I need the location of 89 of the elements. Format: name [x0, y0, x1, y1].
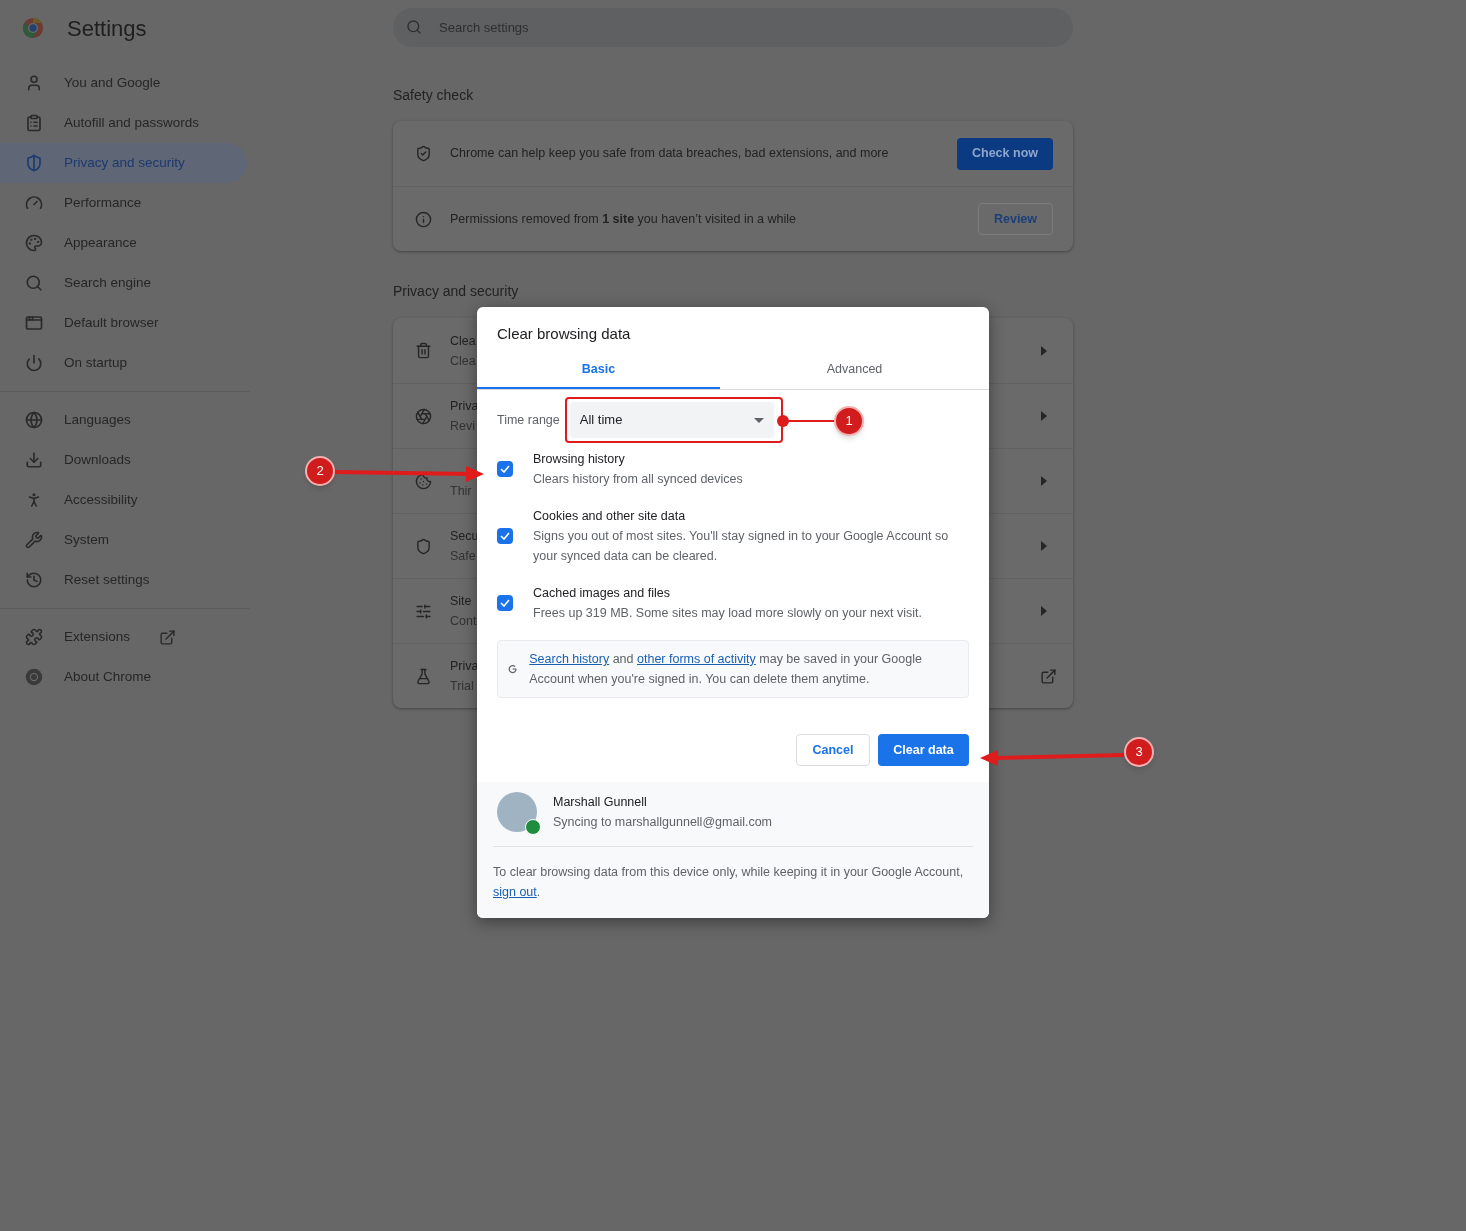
checkbox[interactable]: [497, 528, 513, 544]
row-title: Clea: [450, 332, 476, 350]
option-description: Frees up 319 MB. Some sites may load more slowly on your next visit.: [533, 605, 923, 622]
checkbox[interactable]: [497, 595, 513, 611]
aperture-icon: [415, 407, 432, 425]
check-button[interactable]: Check now: [957, 137, 1053, 170]
dropdown-caret-icon: [753, 417, 764, 423]
review-button[interactable]: Review: [978, 203, 1053, 235]
history-icon: [25, 571, 43, 589]
tab[interactable]: Advanced: [720, 352, 989, 389]
sync-status: Syncing to marshallgunnell@gmail.com: [553, 814, 773, 831]
caret-icon: [1041, 476, 1047, 486]
sidebar-item[interactable]: Extensions: [0, 617, 247, 657]
checkmark-icon: [500, 599, 510, 607]
globe-icon: [25, 411, 43, 429]
palette-icon: [25, 234, 43, 252]
sidebar-item[interactable]: Autofill and passwords: [0, 103, 247, 143]
time-range-dropdown[interactable]: All time: [569, 402, 774, 438]
text-link[interactable]: sign out: [493, 885, 537, 899]
option-title: Browsing history: [533, 451, 625, 468]
external-link-icon: [1040, 667, 1057, 685]
browser-window-icon: [25, 314, 43, 332]
logo-icon: [22, 17, 44, 39]
cookie-icon: [415, 472, 432, 490]
sliders-icon: [415, 602, 432, 620]
text-link[interactable]: other forms of activity: [637, 652, 756, 666]
person-icon: [25, 74, 43, 92]
trash-icon: [415, 342, 432, 359]
option-description: Signs you out of most sites. You'll stay signed in to your Google Account so your synced data can be cleared.: [533, 528, 950, 565]
flask-icon: [415, 667, 432, 685]
checkbox[interactable]: [497, 461, 513, 477]
sidebar-item[interactable]: System: [0, 520, 247, 560]
sidebar-item[interactable]: About Chrome: [0, 657, 247, 697]
card-text: Chrome can help keep you safe from data breaches, bad extensions, and more: [450, 145, 890, 163]
search-icon: [25, 274, 43, 292]
sidebar-item[interactable]: Default browser: [0, 303, 247, 343]
browser-logo-icon: [25, 668, 43, 686]
row-subtitle: Safe: [450, 548, 476, 565]
clipboard-icon: [25, 114, 43, 132]
callout-number: 2: [305, 456, 335, 486]
section-heading: Safety check: [393, 86, 475, 105]
sidebar-item[interactable]: Privacy and security: [0, 143, 247, 183]
info-text: Search history and other forms of activity may be saved in your Google Account when you're signed in. You can delete them anytime.: [529, 651, 923, 688]
info-icon: [415, 210, 432, 228]
puzzle-icon: [25, 628, 43, 646]
download-icon: [25, 451, 43, 469]
row-title: Priva: [450, 658, 479, 675]
caret-icon: [1041, 606, 1047, 616]
wrench-icon: [25, 531, 43, 549]
row-title: Site: [450, 593, 472, 610]
section-heading: Privacy and security: [393, 282, 520, 301]
avatar-placeholder: [497, 792, 537, 832]
caret-icon: [1041, 411, 1047, 421]
shield-check-icon: [415, 145, 432, 162]
sidebar-item[interactable]: You and Google: [0, 63, 247, 103]
sidebar-item[interactable]: Accessibility: [0, 480, 247, 520]
option-title: Cookies and other site data: [533, 508, 686, 525]
row-title: Priva: [450, 398, 479, 415]
gauge-icon: [25, 194, 43, 212]
sidebar-item[interactable]: Appearance: [0, 223, 247, 263]
text-link[interactable]: Search history: [529, 652, 610, 666]
caret-icon: [1041, 541, 1047, 551]
sidebar-item[interactable]: Languages: [0, 400, 247, 440]
dialog-title: Clear browsing data: [496, 324, 632, 344]
search-icon: [406, 19, 422, 35]
cancel-button[interactable]: Cancel: [796, 734, 870, 766]
caret-icon: [1041, 345, 1047, 356]
shield-icon: [25, 154, 43, 172]
account-name: Marshall Gunnell: [553, 794, 648, 811]
checkmark-icon: [500, 532, 510, 540]
sidebar-item[interactable]: On startup: [0, 343, 247, 383]
callout-number: 3: [1124, 737, 1154, 767]
clear-data-button[interactable]: Clear data: [878, 734, 969, 766]
checkmark-icon: [500, 465, 510, 473]
sidebar-item[interactable]: Downloads: [0, 440, 247, 480]
sidebar-item[interactable]: Search engine: [0, 263, 247, 303]
tab[interactable]: Basic: [477, 352, 720, 389]
power-icon: [25, 354, 43, 372]
app-title: Settings: [67, 14, 147, 43]
option-title: Cached images and files: [533, 585, 670, 602]
sidebar-item[interactable]: Performance: [0, 183, 247, 223]
card-text: Permissions removed from 1 site you haven’t visited in a while: [450, 210, 797, 228]
shield-icon: [415, 537, 432, 555]
footer-note: To clear browsing data from this device only, while keeping it in your Google Account, sign out.: [493, 864, 965, 901]
leader-line: [777, 415, 835, 427]
field-label: Time range: [497, 411, 560, 429]
option-description: Clears history from all synced devices: [533, 471, 743, 488]
sync-badge-icon: [525, 819, 541, 835]
sidebar-item[interactable]: Reset settings: [0, 560, 247, 600]
